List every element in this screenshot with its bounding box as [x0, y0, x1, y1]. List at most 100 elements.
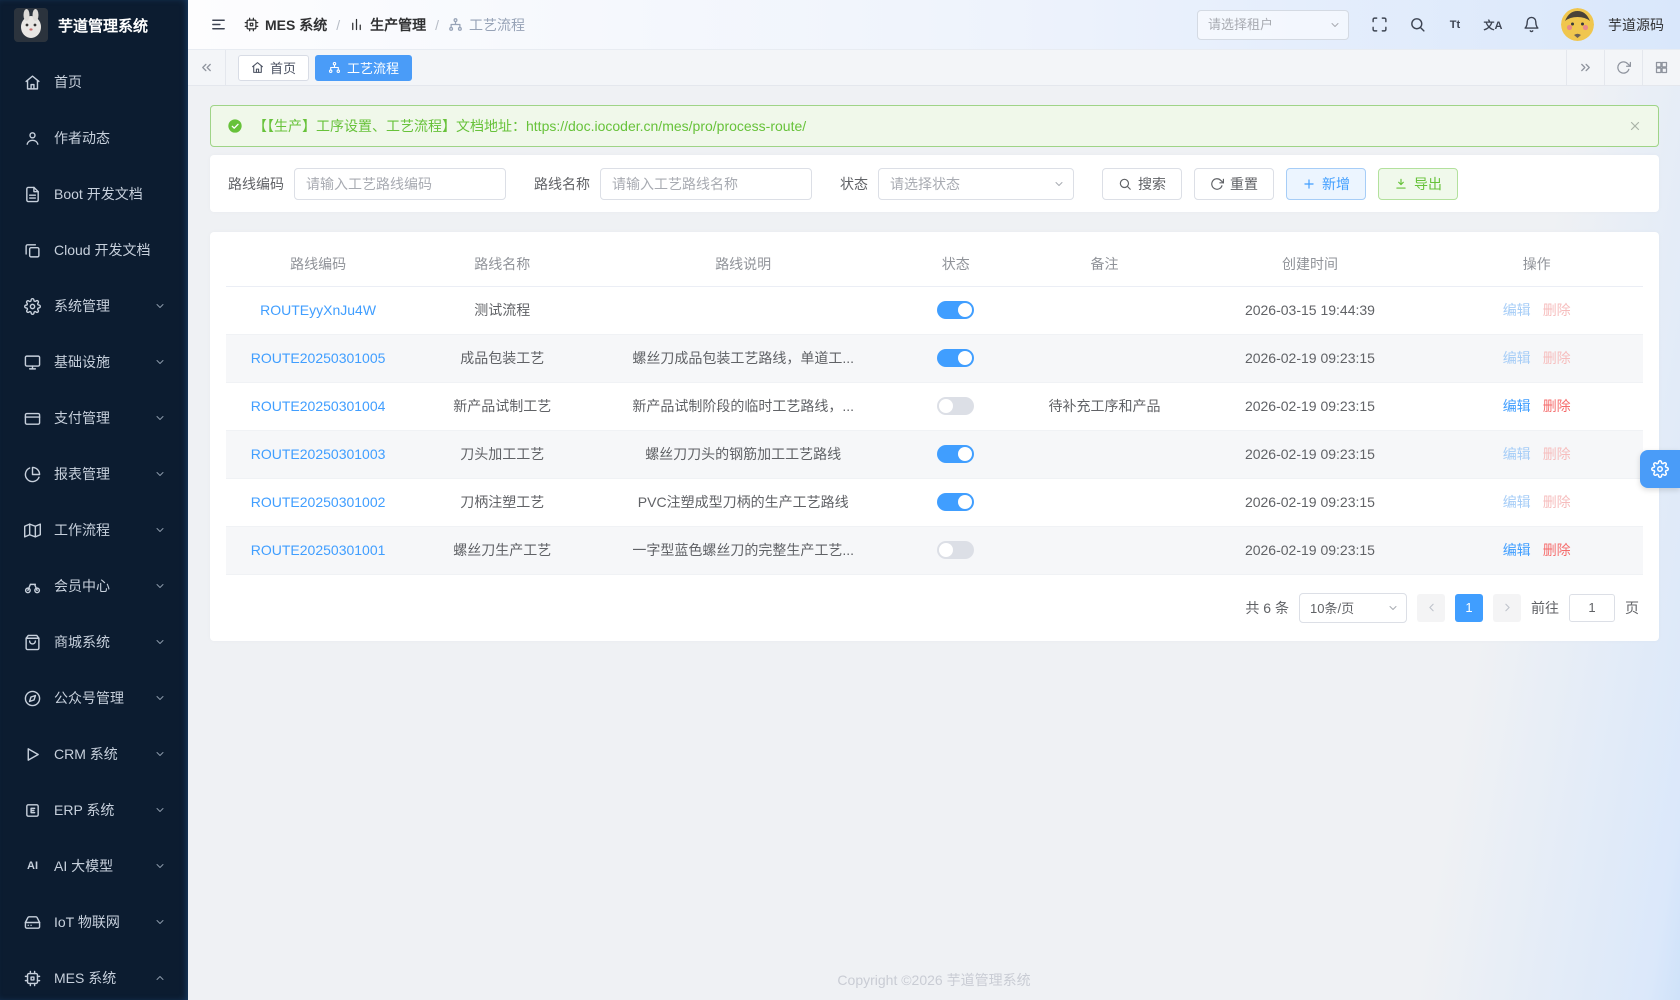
status-toggle[interactable] — [937, 301, 974, 319]
delete-link[interactable]: 删除 — [1543, 398, 1571, 414]
sidebar-item-label: AI 大模型 — [54, 856, 154, 876]
edit-link[interactable]: 编辑 — [1503, 398, 1531, 414]
sidebar-item-copy[interactable]: Cloud 开发文档 — [0, 222, 188, 278]
sidebar-item-ai[interactable]: AI AI 大模型 — [0, 838, 188, 894]
edit-link[interactable]: 编辑 — [1503, 542, 1531, 558]
sidebar-item-compass[interactable]: 公众号管理 — [0, 670, 188, 726]
tabs-scroll-right-icon[interactable] — [1566, 50, 1604, 85]
status-toggle[interactable] — [937, 541, 974, 559]
delete-link[interactable]: 删除 — [1543, 494, 1571, 510]
edit-link[interactable]: 编辑 — [1503, 350, 1531, 366]
route-code-link[interactable]: ROUTE20250301004 — [251, 398, 386, 414]
close-icon[interactable] — [1628, 119, 1642, 133]
sidebar-item-user[interactable]: 作者动态 — [0, 110, 188, 166]
route-name-input[interactable] — [600, 168, 812, 200]
sidebar-item-label: ERP 系统 — [54, 800, 154, 820]
sidebar-item-gear[interactable]: 系统管理 — [0, 278, 188, 334]
theme-settings-button[interactable] — [1640, 450, 1680, 488]
sidebar-item-file-text[interactable]: Boot 开发文档 — [0, 166, 188, 222]
sidebar-item-play[interactable]: CRM 系统 — [0, 726, 188, 782]
goto-page-input[interactable] — [1569, 594, 1615, 622]
route-code-input[interactable] — [294, 168, 506, 200]
pagination: 共 6 条 10条/页 1 前往 页 — [230, 593, 1639, 623]
add-button[interactable]: 新增 — [1286, 168, 1366, 200]
menu-collapse-icon[interactable] — [202, 9, 234, 41]
user-avatar[interactable] — [1561, 8, 1594, 41]
copy-icon — [24, 242, 41, 259]
next-page-button[interactable] — [1493, 594, 1521, 622]
route-code-link[interactable]: ROUTEyyXnJu4W — [260, 302, 376, 318]
app-title: 芋道管理系统 — [58, 15, 148, 36]
status-toggle[interactable] — [937, 349, 974, 367]
sidebar-item-erp[interactable]: ERP 系统 — [0, 782, 188, 838]
alert-text: 【【生产】工序设置、工艺流程】文档地址：https://doc.iocoder.… — [253, 116, 806, 136]
route-icon — [448, 17, 463, 32]
route-desc-cell: 螺丝刀刀头的钢筋加工工艺路线 — [594, 430, 892, 478]
sidebar-item-hard-drive[interactable]: IoT 物联网 — [0, 894, 188, 950]
route-name-field — [600, 168, 812, 200]
prev-page-button[interactable] — [1417, 594, 1445, 622]
route-desc-cell: 新产品试制阶段的临时工艺路线，... — [594, 382, 892, 430]
table-row: ROUTE20250301001 螺丝刀生产工艺 一字型蓝色螺丝刀的完整生产工艺… — [226, 526, 1643, 574]
sidebar-item-shop[interactable]: 商城系统 — [0, 614, 188, 670]
fullscreen-icon[interactable] — [1363, 9, 1395, 41]
remark-cell — [1019, 334, 1189, 382]
col-route-name: 路线名称 — [410, 242, 594, 286]
bar-chart-icon — [349, 17, 364, 32]
app-logo-row[interactable]: 芋道管理系统 — [0, 0, 188, 50]
reset-button[interactable]: 重置 — [1194, 168, 1274, 200]
sidebar-item-monitor[interactable]: 基础设施 — [0, 334, 188, 390]
page-number-current[interactable]: 1 — [1455, 594, 1483, 622]
tab-process-route[interactable]: 工艺流程 — [315, 55, 412, 81]
edit-link[interactable]: 编辑 — [1503, 446, 1531, 462]
home-icon — [24, 74, 41, 91]
sidebar-item-bike[interactable]: 会员中心 — [0, 558, 188, 614]
sidebar-item-label: MES 系统 — [54, 968, 154, 988]
delete-link[interactable]: 删除 — [1543, 542, 1571, 558]
sidebar-item-label: CRM 系统 — [54, 744, 154, 764]
status-select-input[interactable] — [878, 168, 1074, 200]
delete-link[interactable]: 删除 — [1543, 350, 1571, 366]
delete-link[interactable]: 删除 — [1543, 446, 1571, 462]
toggle-knob — [958, 447, 972, 461]
sidebar-item-cpu[interactable]: MES 系统 — [0, 950, 188, 1000]
status-toggle[interactable] — [937, 445, 974, 463]
breadcrumb-item-mes[interactable]: MES 系统 — [244, 15, 327, 35]
route-code-link[interactable]: ROUTE20250301005 — [251, 350, 386, 366]
toggle-knob — [958, 495, 972, 509]
edit-link[interactable]: 编辑 — [1503, 302, 1531, 318]
search-button-label: 搜索 — [1138, 174, 1166, 194]
bell-icon[interactable] — [1515, 9, 1547, 41]
search-icon[interactable] — [1401, 9, 1433, 41]
status-toggle[interactable] — [937, 493, 974, 511]
username[interactable]: 芋道源码 — [1608, 15, 1664, 35]
alert-doc-link[interactable]: https://doc.iocoder.cn/mes/pro/process-r… — [526, 118, 806, 134]
topbar-actions: Tt 文A 芋道源码 — [1197, 8, 1664, 41]
edit-link[interactable]: 编辑 — [1503, 494, 1531, 510]
sidebar-item-map[interactable]: 工作流程 — [0, 502, 188, 558]
tabs-menu-icon[interactable] — [1642, 50, 1680, 85]
chevron-down-icon — [154, 468, 166, 480]
sidebar-item-pay[interactable]: 支付管理 — [0, 390, 188, 446]
font-size-icon[interactable]: Tt — [1439, 9, 1471, 41]
route-name-cell: 刀柄注塑工艺 — [410, 478, 594, 526]
delete-link[interactable]: 删除 — [1543, 302, 1571, 318]
refresh-tab-icon[interactable] — [1604, 50, 1642, 85]
page-size-select[interactable]: 10条/页 — [1299, 593, 1407, 623]
route-code-link[interactable]: ROUTE20250301003 — [251, 446, 386, 462]
route-code-link[interactable]: ROUTE20250301002 — [251, 494, 386, 510]
export-button[interactable]: 导出 — [1378, 168, 1458, 200]
route-code-label: 路线编码 — [228, 174, 284, 194]
tab-home[interactable]: 首页 — [238, 55, 309, 81]
search-button[interactable]: 搜索 — [1102, 168, 1182, 200]
route-code-link[interactable]: ROUTE20250301001 — [251, 542, 386, 558]
tenant-select[interactable] — [1197, 10, 1349, 40]
sidebar-item-pie[interactable]: 报表管理 — [0, 446, 188, 502]
tenant-select-input[interactable] — [1197, 10, 1349, 40]
chevron-left-icon — [1425, 601, 1438, 614]
breadcrumb-item-production[interactable]: 生产管理 — [349, 15, 426, 35]
sidebar-item-home[interactable]: 首页 — [0, 54, 188, 110]
status-toggle[interactable] — [937, 397, 974, 415]
locale-icon[interactable]: 文A — [1477, 9, 1509, 41]
tabs-scroll-left-icon[interactable] — [188, 50, 226, 85]
